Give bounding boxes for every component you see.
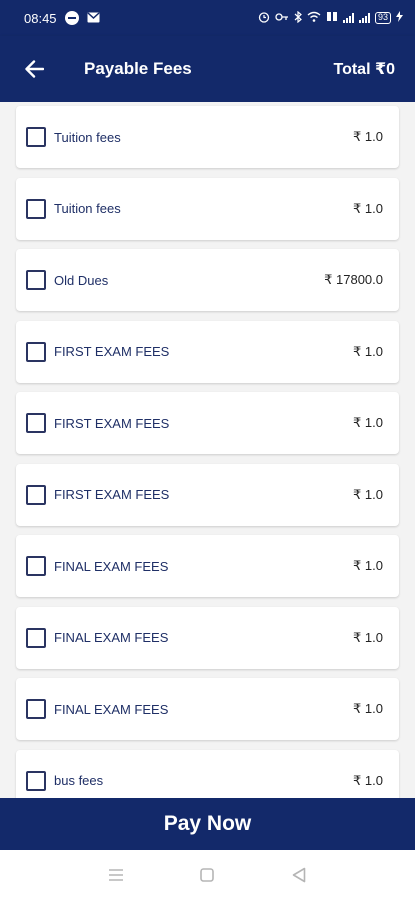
back-button[interactable] <box>22 57 46 81</box>
fee-amount: ₹ 1.0 <box>353 772 383 788</box>
fee-amount: ₹ 1.0 <box>353 415 383 430</box>
fee-checkbox[interactable] <box>26 699 46 719</box>
fee-item[interactable]: FIRST EXAM FEES ₹ 1.0 <box>16 392 399 454</box>
fee-checkbox[interactable] <box>26 484 46 505</box>
fee-item[interactable]: FIRST EXAM FEES ₹ 1.0 <box>16 463 399 526</box>
fee-name: Old Dues <box>54 272 109 288</box>
fee-item[interactable]: Tuition fees ₹ 1.0 <box>16 177 399 240</box>
fee-list[interactable]: Tuition fees ₹ 1.0 Tuition fees ₹ 1.0 Ol… <box>0 102 415 798</box>
fee-amount: ₹ 17800.0 <box>324 272 383 287</box>
fee-checkbox[interactable] <box>26 198 46 219</box>
fee-checkbox[interactable] <box>26 556 46 576</box>
signal-icon <box>342 13 354 23</box>
fee-checkbox[interactable] <box>26 627 46 648</box>
fee-name: FINAL EXAM FEES <box>54 701 169 717</box>
arrow-left-icon <box>25 60 44 78</box>
charging-icon <box>396 11 403 25</box>
fee-name: FIRST EXAM FEES <box>54 344 170 359</box>
status-time: 08:45 <box>24 10 57 26</box>
wifi-icon <box>307 11 321 25</box>
fee-item[interactable]: FIRST EXAM FEES ₹ 1.0 <box>16 320 399 383</box>
fee-checkbox[interactable] <box>26 770 46 791</box>
key-icon <box>275 12 289 25</box>
fee-item[interactable]: FINAL EXAM FEES ₹ 1.0 <box>16 678 399 740</box>
fee-name: Tuition fees <box>54 129 121 145</box>
fee-item[interactable]: FINAL EXAM FEES ₹ 1.0 <box>16 535 399 597</box>
do-not-disturb-icon <box>64 11 79 25</box>
mail-icon <box>87 11 100 26</box>
menu-icon <box>108 869 123 881</box>
fee-checkbox[interactable] <box>26 413 46 433</box>
fee-checkbox[interactable] <box>26 270 46 290</box>
menu-button[interactable] <box>96 855 136 895</box>
fee-item[interactable]: Old Dues ₹ 17800.0 <box>16 249 399 311</box>
bluetooth-icon <box>294 10 302 26</box>
fee-amount: ₹ 1.0 <box>353 129 383 144</box>
fee-item[interactable]: Tuition fees ₹ 1.0 <box>16 106 399 168</box>
fee-name: FIRST EXAM FEES <box>54 487 170 502</box>
system-nav-bar <box>0 850 415 900</box>
page-title: Payable Fees <box>84 59 192 78</box>
pay-now-button[interactable]: Pay Now <box>0 798 415 850</box>
fee-amount: ₹ 1.0 <box>353 343 383 359</box>
fee-name: FINAL EXAM FEES <box>54 630 169 645</box>
fee-amount: ₹ 1.0 <box>353 558 383 573</box>
fee-amount: ₹ 1.0 <box>353 200 383 216</box>
triangle-back-icon <box>292 867 306 883</box>
fee-name: Tuition fees <box>54 201 121 216</box>
fee-amount: ₹ 1.0 <box>353 701 383 716</box>
fee-amount: ₹ 1.0 <box>353 486 383 502</box>
fee-checkbox[interactable] <box>26 341 46 362</box>
battery-icon: 93 <box>374 12 391 24</box>
fee-item[interactable]: FINAL EXAM FEES ₹ 1.0 <box>16 606 399 669</box>
fee-name: FINAL EXAM FEES <box>54 558 169 574</box>
square-icon <box>200 868 215 882</box>
data-icon <box>326 11 338 25</box>
fee-name: FIRST EXAM FEES <box>54 415 170 431</box>
home-button[interactable] <box>187 855 227 895</box>
system-back-button[interactable] <box>279 855 319 895</box>
fee-checkbox[interactable] <box>26 127 46 147</box>
status-bar: 08:45 93 <box>0 0 415 36</box>
fee-amount: ₹ 1.0 <box>353 629 383 645</box>
app-bar: Payable Fees Total ₹0 <box>0 36 415 102</box>
total-amount: Total ₹0 <box>333 61 395 78</box>
alarm-icon <box>258 11 270 26</box>
fee-name: bus fees <box>54 773 104 788</box>
fee-item[interactable]: bus fees ₹ 1.0 <box>16 749 399 798</box>
signal-icon-2 <box>358 13 370 23</box>
